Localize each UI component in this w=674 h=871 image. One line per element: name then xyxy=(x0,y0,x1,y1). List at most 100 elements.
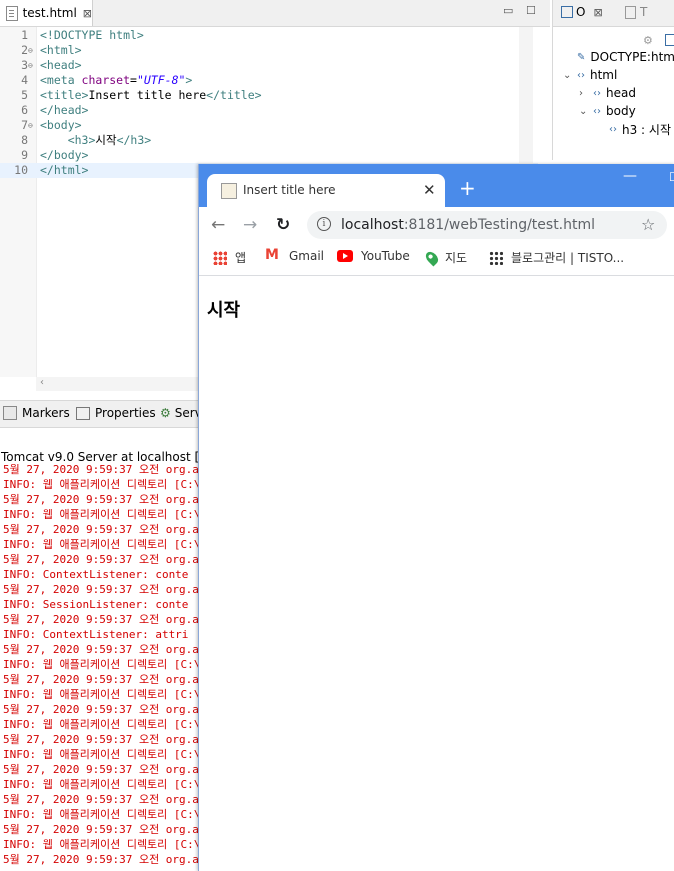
url-text[interactable]: localhost:8181/webTesting/test.html xyxy=(341,217,595,233)
close-icon[interactable]: ⊠ xyxy=(83,7,92,20)
line-number: 2 xyxy=(21,43,28,57)
console-line: 5월 27, 2020 9:59:37 오전 org.a xyxy=(3,464,199,476)
reload-icon[interactable]: ↻ xyxy=(276,215,290,235)
code-token: </head> xyxy=(40,103,89,117)
line-number: 9 xyxy=(21,148,28,162)
expand-toggle-icon[interactable]: ⌄ xyxy=(563,70,577,81)
console-line: 5월 27, 2020 9:59:37 오전 org.a xyxy=(3,823,199,836)
close-icon[interactable]: ⊠ xyxy=(593,6,602,19)
window-maximize-icon[interactable]: ☐ xyxy=(669,170,674,184)
tab-markers[interactable]: Markers xyxy=(3,406,70,420)
code-line[interactable]: 5 <title>Insert title here</title> xyxy=(0,88,538,103)
code-token: <html> xyxy=(40,43,82,57)
code-token: <h3> xyxy=(67,133,96,147)
scroll-left-icon[interactable]: ‹ xyxy=(40,377,44,388)
outline-item[interactable]: ⌄ ‹› html xyxy=(563,66,617,84)
element-icon: ‹› xyxy=(593,87,601,99)
favicon-icon xyxy=(221,183,237,199)
expand-toggle-icon[interactable]: ⌄ xyxy=(579,106,593,117)
console-line: INFO: 웹 애플리케이션 디렉토리 [C:\ xyxy=(3,718,201,731)
editor-tab-test-html[interactable]: test.html ⊠ xyxy=(0,0,93,26)
code-line[interactable]: 9 </body> xyxy=(0,148,538,163)
code-line[interactable]: 3 ⊖ <head> xyxy=(0,58,538,73)
outline-item-label: h3 : 시작 xyxy=(622,122,671,137)
window-minimize-icon[interactable]: — xyxy=(623,168,637,184)
element-icon: ‹› xyxy=(593,105,601,117)
forward-icon[interactable]: → xyxy=(243,215,257,235)
address-bar[interactable]: i localhost:8181/webTesting/test.html ☆ xyxy=(307,211,667,239)
code-line[interactable]: 6 </head> xyxy=(0,103,538,118)
code-text: <!DOCTYPE html> xyxy=(40,28,144,43)
console-line: 5월 27, 2020 9:59:37 오전 org.a xyxy=(3,613,199,626)
html-file-icon xyxy=(6,5,18,21)
fold-toggle-icon[interactable]: ⊖ xyxy=(28,118,33,133)
gmail-icon xyxy=(265,247,281,263)
console-line: INFO: 웹 애플리케이션 디렉토리 [C:\ xyxy=(3,538,201,551)
maximize-icon[interactable]: ☐ xyxy=(526,4,536,17)
expand-toggle-icon[interactable]: › xyxy=(579,88,593,99)
code-line[interactable]: 1 <!DOCTYPE html> xyxy=(0,28,538,43)
bookmark-maps[interactable]: 지도 xyxy=(423,249,467,266)
console-line: INFO: 웹 애플리케이션 디렉토리 [C:\ xyxy=(3,778,201,791)
editor-tab-label: test.html xyxy=(22,6,77,20)
doctype-icon: ✎ xyxy=(577,51,586,63)
code-line[interactable]: 8 <h3>시작</h3> xyxy=(0,133,538,148)
bookmark-star-icon[interactable]: ☆ xyxy=(641,215,655,234)
url-path: :8181/webTesting/test.html xyxy=(403,217,596,233)
tab-template[interactable]: T xyxy=(625,5,647,19)
code-token: "UTF-8" xyxy=(136,73,186,87)
code-token: </h3> xyxy=(116,133,152,147)
console-line: INFO: ContextListener: attri xyxy=(3,628,189,641)
code-line[interactable]: 4 <meta charset="UTF-8"> xyxy=(0,73,538,88)
editor-horizontal-scrollbar[interactable]: ‹ xyxy=(36,377,198,391)
console-line: 5월 27, 2020 9:59:37 오전 org.a xyxy=(3,703,199,716)
outline-tab-bar: O ⊠ T xyxy=(553,0,674,27)
minimize-icon[interactable]: ▭ xyxy=(503,4,513,17)
console-line: 5월 27, 2020 9:59:37 오전 org.a xyxy=(3,523,199,536)
browser-toolbar: ← → ↻ i localhost:8181/webTesting/test.h… xyxy=(199,207,674,243)
element-icon: ‹› xyxy=(609,123,617,135)
tab-servers[interactable]: ⚙ Serv xyxy=(160,406,202,420)
page-heading: 시작 xyxy=(207,300,241,321)
code-token: <title> xyxy=(40,88,89,102)
code-line[interactable]: 2 ⊖ <html> xyxy=(0,43,538,58)
code-token: <head> xyxy=(40,58,82,72)
youtube-icon xyxy=(337,250,353,262)
bookmark-apps[interactable]: 앱 xyxy=(213,249,246,266)
new-tab-icon[interactable]: + xyxy=(459,176,476,200)
bookmark-tistory[interactable]: 블로그관리 | TISTO... xyxy=(489,249,624,266)
outline-panel: O ⊠ T ⚙ ✎ DOCTYPE:htm ⌄ ‹› html › ‹› head ⌄ ‹› bod… xyxy=(552,0,674,160)
collapse-all-icon[interactable]: ⚙ xyxy=(643,34,653,47)
tab-outline[interactable]: O ⊠ xyxy=(561,5,603,19)
bookmark-gmail[interactable]: Gmail xyxy=(265,247,324,263)
code-text: <body> xyxy=(40,118,82,133)
link-editor-icon[interactable] xyxy=(665,34,674,46)
fold-toggle-icon[interactable]: ⊖ xyxy=(28,58,33,73)
browser-tab[interactable]: Insert title here ✕ xyxy=(207,174,445,207)
console-line: 5월 27, 2020 9:59:37 오전 org.a xyxy=(3,673,199,686)
line-number: 4 xyxy=(21,73,28,87)
console-line: 5월 27, 2020 9:59:37 오전 org.a xyxy=(3,853,199,866)
outline-item[interactable]: ‹› h3 : 시작 xyxy=(595,120,671,138)
code-line[interactable]: 7 ⊖ <body> xyxy=(0,118,538,133)
browser-tab-title: Insert title here xyxy=(243,183,336,197)
fold-toggle-icon[interactable]: ⊖ xyxy=(28,43,33,58)
code-text: </body> xyxy=(40,148,88,163)
maps-icon xyxy=(423,249,441,266)
console-line: 5월 27, 2020 9:59:37 오전 org.a xyxy=(3,793,199,806)
info-icon[interactable]: i xyxy=(317,217,331,231)
close-tab-icon[interactable]: ✕ xyxy=(423,181,436,199)
outline-item[interactable]: ✎ DOCTYPE:htm xyxy=(563,48,674,66)
browser-titlebar: Insert title here ✕ + — ☐ xyxy=(199,164,674,207)
line-number: 10 xyxy=(14,163,28,177)
bookmark-youtube[interactable]: YouTube xyxy=(337,249,410,263)
tab-properties[interactable]: Properties xyxy=(76,406,156,420)
code-text: <meta charset="UTF-8"> xyxy=(40,73,192,88)
code-text: <h3>시작</h3> xyxy=(40,133,152,148)
console-line: 5월 27, 2020 9:59:37 오전 org.a xyxy=(3,733,199,746)
outline-item[interactable]: › ‹› head xyxy=(579,84,636,102)
outline-item-label: body xyxy=(606,104,636,118)
outline-item[interactable]: ⌄ ‹› body xyxy=(579,102,636,120)
back-icon[interactable]: ← xyxy=(211,215,225,235)
